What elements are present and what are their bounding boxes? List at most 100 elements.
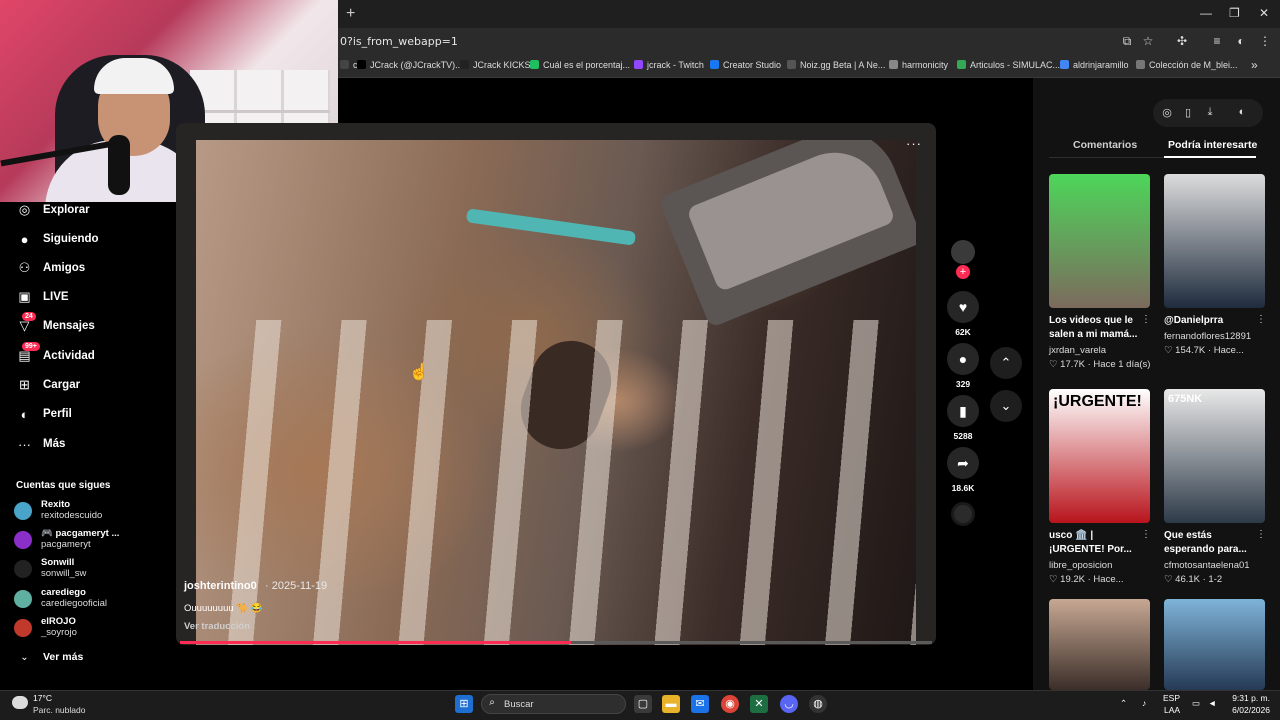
bookmark-item[interactable]: Articulos - SIMULAC...	[957, 60, 1060, 70]
clock-date[interactable]: 6/02/2026	[1226, 705, 1270, 715]
explore-tool-icon[interactable]: ◎	[1160, 106, 1174, 119]
suggested-video-thumbnail[interactable]	[1049, 174, 1150, 308]
followed-account[interactable]: carediego carediegooficial	[14, 587, 164, 615]
browser-menu-icon[interactable]: ⋮	[1258, 34, 1272, 48]
sidebar-item-live[interactable]: ▣ LIVE	[16, 287, 68, 307]
start-icon[interactable]: ⊞	[455, 695, 473, 713]
followed-account[interactable]: Sonwill sonwill_sw	[14, 557, 164, 585]
suggested-video-title[interactable]: @Danielprra	[1164, 314, 1262, 328]
sidebar-item-explorar[interactable]: ◎ Explorar	[16, 200, 90, 220]
taskbar-search[interactable]	[481, 694, 626, 714]
keyboard-language[interactable]: ESP	[1163, 693, 1180, 703]
install-app-icon[interactable]: ⧉	[1120, 34, 1134, 48]
excel-icon[interactable]: ✕	[750, 695, 768, 713]
video-options-icon[interactable]: ⋮	[1256, 314, 1266, 325]
like-button[interactable]: ♥	[947, 291, 979, 323]
download-tool-icon[interactable]: ⤓	[1203, 106, 1217, 119]
bookmark-item[interactable]: jcrack - Twitch	[634, 60, 704, 70]
taskbar-search-placeholder[interactable]: Buscar	[504, 699, 534, 710]
account-tool-icon[interactable]: ◐	[1235, 106, 1249, 118]
sidebar-item-actividad[interactable]: ▤ 99+ Actividad	[16, 341, 95, 366]
share-button[interactable]: ➦	[947, 447, 979, 479]
sidebar-item-siguiendo[interactable]: ● Siguiendo	[16, 229, 99, 249]
minimize-button[interactable]: —	[1200, 6, 1212, 20]
see-translation-link[interactable]: Ver traducción	[184, 621, 250, 632]
bookmark-item[interactable]: Noiz.gg Beta | A Ne...	[787, 60, 885, 70]
bookmark-item[interactable]: harmonicity	[889, 60, 948, 70]
sidebar-item-mensajes[interactable]: ▽ 24 Mensajes	[16, 311, 95, 336]
tab-comments[interactable]: Comentarios	[1073, 139, 1137, 151]
bookmark-item[interactable]: Cuál es el porcentaj...	[530, 60, 630, 70]
video-player[interactable]	[176, 123, 936, 645]
followed-account[interactable]: Rexito rexitodescuido	[14, 499, 164, 527]
comment-button[interactable]: ●	[947, 343, 979, 375]
tab-you-may-like[interactable]: Podría interesarte	[1168, 139, 1257, 151]
bookmark-item[interactable]: aldrinjaramillo	[1060, 60, 1129, 70]
bookmark-item[interactable]: JCrack (@JCrackTV)...	[357, 60, 463, 70]
follow-plus-button[interactable]: +	[956, 265, 970, 279]
suggested-video-title[interactable]: usco 🏛️ | ¡URGENTE! Por...	[1049, 529, 1147, 557]
bookmark-star-icon[interactable]: ☆	[1141, 34, 1155, 48]
suggested-video-title[interactable]: Los videos que le salen a mi mamá...	[1049, 314, 1147, 342]
new-tab-button[interactable]: +	[346, 5, 355, 23]
task-view-icon[interactable]: ▢	[634, 695, 652, 713]
suggested-video-user[interactable]: cfmotosantaelena01	[1164, 560, 1250, 571]
weather-temp[interactable]: 17°C	[33, 693, 52, 703]
file-explorer-icon[interactable]: ▬	[662, 695, 680, 713]
mobile-tool-icon[interactable]: ▯	[1181, 106, 1195, 119]
profile-avatar-icon[interactable]: ◐	[1234, 34, 1248, 48]
suggested-video-thumbnail[interactable]	[1164, 599, 1265, 690]
previous-video-button[interactable]: ⌃	[990, 347, 1022, 379]
tray-chevron-icon[interactable]: ⌃	[1120, 698, 1127, 709]
discord-icon[interactable]: ◡	[780, 695, 798, 713]
followed-account[interactable]: 🎮 pacgameryt ... pacgameryt	[14, 528, 164, 556]
sidebar-item-cargar[interactable]: ⊞ Cargar	[16, 375, 80, 395]
weather-icon[interactable]	[12, 696, 28, 709]
mail-icon[interactable]: ✉	[691, 695, 709, 713]
video-progress-bar[interactable]	[180, 641, 932, 644]
video-options-icon[interactable]: ⋮	[1141, 529, 1151, 540]
creator-avatar[interactable]	[951, 240, 975, 264]
account-handle: rexitodescuido	[41, 510, 103, 521]
sidebar-item-perfil[interactable]: ◐ Perfil	[16, 404, 72, 424]
video-options-icon[interactable]: ⋮	[1256, 529, 1266, 540]
suggested-video-user[interactable]: jxrdan_varela	[1049, 345, 1106, 356]
suggested-video-user[interactable]: fernandoflores12891	[1164, 331, 1251, 342]
bookmark-item[interactable]: JCrack KICKS	[460, 60, 531, 70]
music-disc-avatar[interactable]	[951, 502, 975, 526]
bookmark-item[interactable]: Colección de M_blei...	[1136, 60, 1238, 70]
suggested-video-thumbnail[interactable]	[1049, 599, 1150, 690]
keyboard-region[interactable]: LAA	[1164, 705, 1180, 715]
suggested-video-thumbnail[interactable]	[1164, 174, 1265, 308]
suggested-video-thumbnail[interactable]: ¡URGENTE!	[1049, 389, 1150, 523]
suggested-video-thumbnail[interactable]: 675NK	[1164, 389, 1265, 523]
app-icon[interactable]: ◍	[809, 695, 827, 713]
save-button[interactable]: ▮	[947, 395, 979, 427]
see-more-button[interactable]: ⌄ Ver más	[16, 647, 83, 667]
next-video-button[interactable]: ⌄	[990, 390, 1022, 422]
close-window-button[interactable]: ✕	[1259, 6, 1269, 20]
weather-desc[interactable]: Parc. nublado	[33, 705, 85, 715]
volume-icon[interactable]: ◄	[1208, 698, 1216, 708]
account-avatar	[14, 560, 32, 578]
network-icon[interactable]: ▭	[1192, 698, 1200, 709]
video-frame-image[interactable]	[196, 140, 916, 645]
extensions-icon[interactable]: ✣	[1175, 34, 1189, 48]
sidebar-item-más[interactable]: ··· Más	[16, 434, 65, 454]
reading-list-icon[interactable]: ≡	[1210, 34, 1224, 48]
sidebar-item-amigos[interactable]: ⚇ Amigos	[16, 258, 86, 278]
bookmarks-overflow-button[interactable]: »	[1251, 58, 1258, 72]
microphone-icon[interactable]: ♪	[1142, 698, 1146, 708]
video-author[interactable]: joshterintino0	[184, 580, 257, 592]
clock-time[interactable]: 9:31 p. m.	[1230, 693, 1270, 703]
maximize-button[interactable]: ❐	[1229, 6, 1240, 20]
url-text[interactable]: 0?is_from_webapp=1	[340, 35, 458, 48]
followed-account[interactable]: elROJO _soyrojo	[14, 616, 164, 644]
video-options-icon[interactable]: ⋮	[1141, 314, 1151, 325]
chrome-icon[interactable]: ◉	[721, 695, 739, 713]
video-more-options-button[interactable]: ···	[906, 136, 922, 151]
suggested-video-user[interactable]: libre_oposicion	[1049, 560, 1112, 571]
bookmark-item[interactable]: Creator Studio	[710, 60, 781, 70]
bookmark-label: Creator Studio	[723, 60, 782, 70]
suggested-video-title[interactable]: Que estás esperando para...	[1164, 529, 1262, 557]
